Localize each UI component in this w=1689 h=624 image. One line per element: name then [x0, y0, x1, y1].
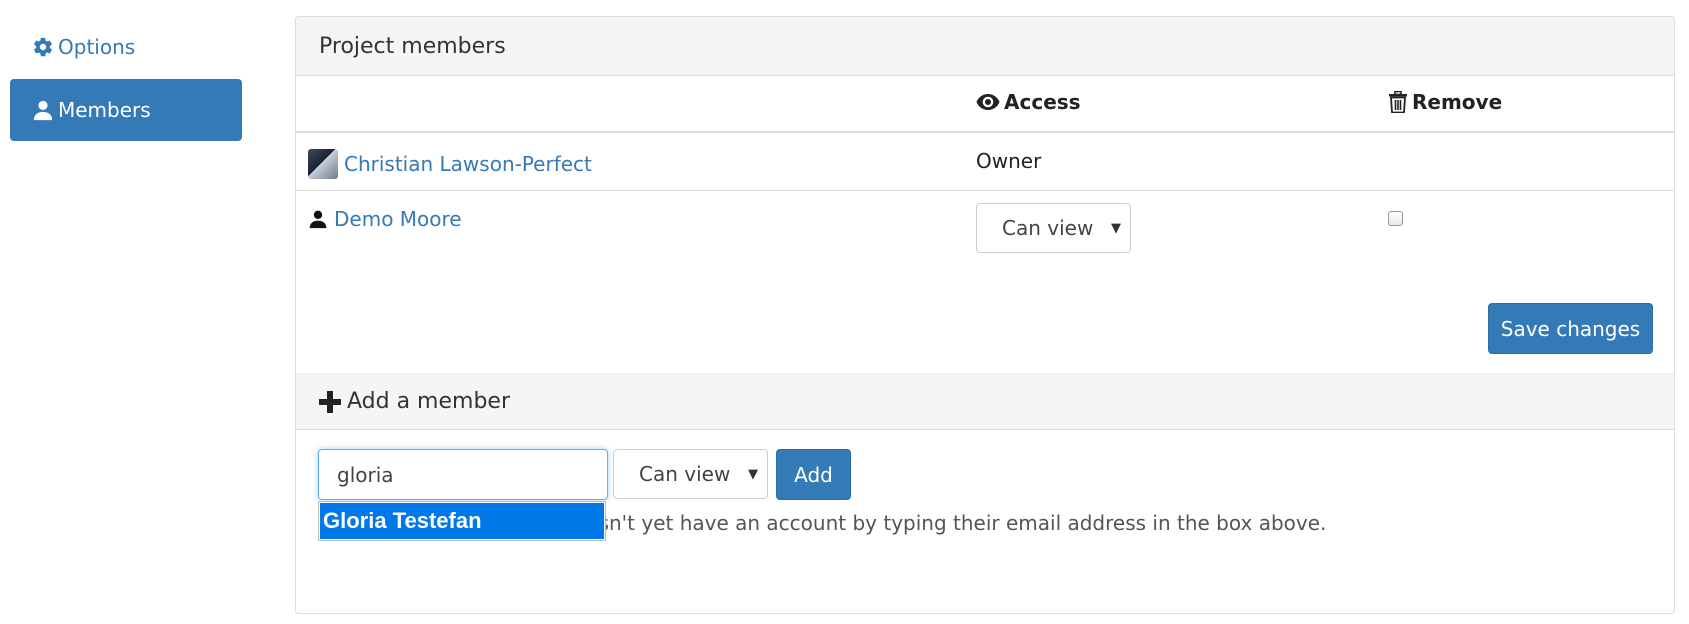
avatar	[308, 149, 338, 179]
table-row: Demo Moore Can view ▼	[296, 191, 1674, 275]
sidebar: Options Members	[10, 18, 242, 141]
caret-down-icon: ▼	[748, 467, 758, 482]
person-icon	[32, 99, 54, 121]
sidebar-item-members[interactable]: Members	[10, 79, 242, 141]
member-link[interactable]: Christian Lawson-Perfect	[308, 149, 592, 179]
autocomplete-dropdown: Gloria Testefan	[318, 501, 606, 541]
member-search-input[interactable]: gloria	[318, 449, 608, 500]
person-icon	[308, 208, 328, 230]
gear-icon	[32, 36, 54, 58]
column-header-remove: Remove	[1388, 90, 1502, 114]
add-member-heading: Add a member	[296, 373, 1674, 430]
select-value: Can view	[639, 462, 731, 486]
trash-icon	[1388, 91, 1408, 113]
section-title: Add a member	[347, 389, 511, 414]
table-row: Christian Lawson-Perfect Owner	[296, 133, 1674, 191]
member-link[interactable]: Demo Moore	[308, 207, 462, 231]
save-changes-button[interactable]: Save changes	[1488, 303, 1653, 354]
panel-title: Project members	[296, 17, 1674, 76]
member-name: Christian Lawson-Perfect	[344, 152, 592, 176]
access-select[interactable]: Can view ▼	[976, 203, 1131, 253]
select-value: Can view	[1002, 216, 1094, 240]
column-label: Remove	[1412, 90, 1503, 114]
table-header: Access Remove	[296, 76, 1674, 133]
plus-icon	[319, 390, 341, 413]
caret-down-icon: ▼	[1111, 221, 1121, 236]
column-label: Access	[1004, 90, 1081, 114]
members-panel: Project members Access Remove Christian …	[295, 16, 1675, 614]
access-value: Owner	[976, 149, 1042, 173]
sidebar-item-label: Options	[58, 35, 136, 59]
remove-checkbox[interactable]	[1388, 211, 1403, 226]
add-button[interactable]: Add	[776, 449, 851, 500]
eye-icon	[976, 93, 1000, 111]
sidebar-item-label: Members	[58, 98, 151, 122]
new-member-access-select[interactable]: Can view ▼	[613, 449, 768, 499]
member-name: Demo Moore	[334, 207, 462, 231]
sidebar-item-options[interactable]: Options	[10, 18, 242, 76]
autocomplete-item[interactable]: Gloria Testefan	[320, 503, 604, 539]
column-header-access: Access	[976, 90, 1081, 114]
